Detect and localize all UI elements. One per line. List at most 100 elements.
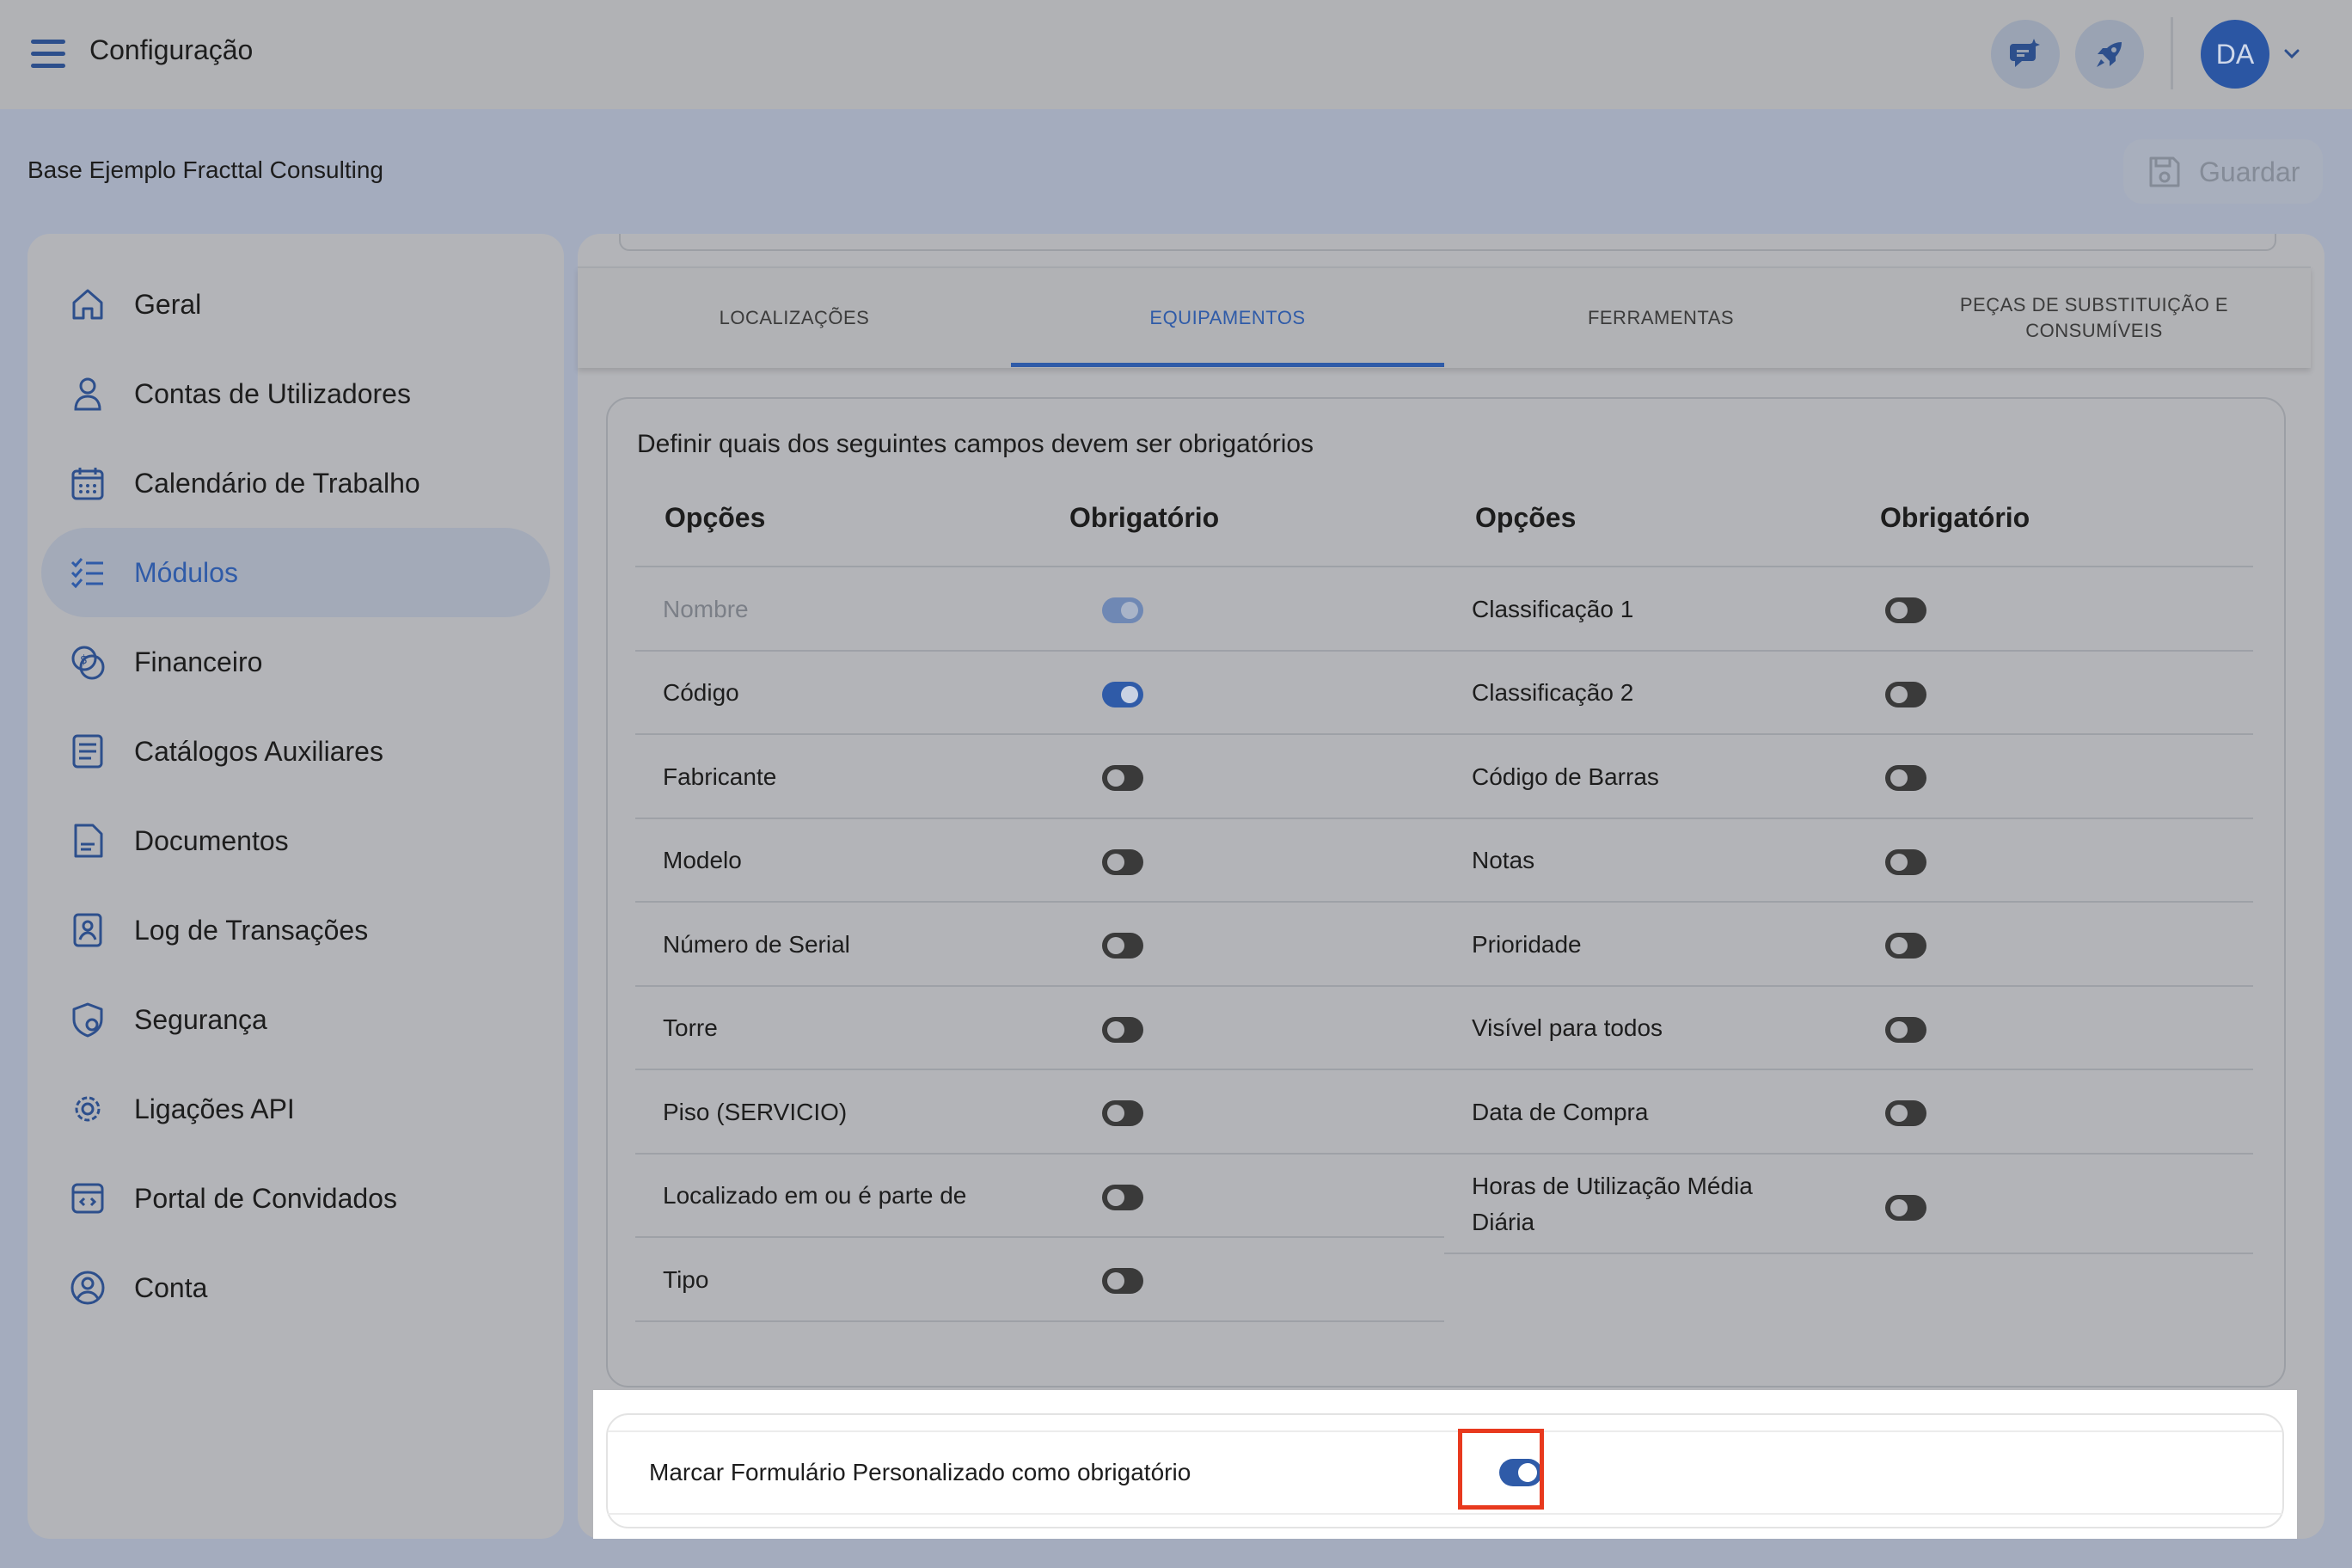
field-required-toggle[interactable]: [1101, 932, 1144, 959]
tab-localizacoes[interactable]: LOCALIZAÇÕES: [578, 268, 1011, 368]
svg-text:$: $: [80, 653, 88, 667]
field-name: Fabricante: [663, 763, 777, 790]
field-name: Torre: [663, 1014, 718, 1041]
document-icon: [74, 824, 103, 858]
field-required-toggle[interactable]: [1884, 597, 1927, 624]
column-header-options: Opções: [665, 502, 766, 533]
field-name: Piso (SERVICIO): [663, 1098, 848, 1125]
sidebar-item-financeiro[interactable]: $ Financeiro: [41, 617, 550, 707]
sidebar-item-label: Ligações API: [134, 1093, 295, 1124]
sidebar-item-label: Módulos: [134, 557, 238, 588]
sidebar-item-modulos[interactable]: Módulos: [41, 528, 550, 617]
field-name: Localizado em ou é parte de: [663, 1182, 967, 1209]
log-icon: [73, 913, 102, 947]
field-row: Torre: [635, 984, 1444, 1070]
sidebar: Geral Contas de Utilizadores Calendário …: [28, 234, 564, 1539]
custom-form-label: Marcar Formulário Personalizado como obr…: [649, 1459, 1191, 1485]
field-name: Número de Serial: [663, 930, 850, 958]
field-required-toggle[interactable]: [1884, 848, 1927, 876]
chevron-down-icon[interactable]: [2282, 46, 2302, 62]
field-required-toggle[interactable]: [1884, 932, 1927, 959]
field-required-toggle[interactable]: [1101, 1184, 1144, 1211]
field-row: Visível para todos: [1444, 984, 2253, 1070]
coins-icon: $: [71, 646, 105, 680]
sidebar-item-calendario[interactable]: Calendário de Trabalho: [41, 438, 550, 528]
row-divider: [635, 1320, 1444, 1322]
field-name: Modelo: [663, 847, 742, 873]
field-name: Classificação 2: [1472, 679, 1634, 706]
sidebar-item-label: Documentos: [134, 825, 289, 856]
tab-pecas[interactable]: PEÇAS DE SUBSTITUIÇÃO E CONSUMÍVEIS: [1877, 268, 2311, 368]
avatar[interactable]: DA: [2201, 20, 2269, 89]
field-name: Prioridade: [1472, 930, 1582, 958]
rocket-icon: [2097, 42, 2122, 67]
field-required-toggle[interactable]: [1884, 764, 1927, 792]
sidebar-item-conta[interactable]: Conta: [41, 1243, 550, 1332]
chat-icon: [2010, 39, 2040, 67]
active-tab-indicator: [1011, 363, 1444, 367]
field-row: Código de Barras: [1444, 733, 2253, 818]
field-name: Classificação 1: [1472, 595, 1634, 622]
sidebar-item-portal[interactable]: Portal de Convidados: [41, 1154, 550, 1243]
sidebar-item-label: Segurança: [134, 1004, 267, 1035]
sidebar-item-label: Conta: [134, 1272, 208, 1303]
field-row: Código: [635, 649, 1444, 735]
field-required-toggle[interactable]: [1101, 1267, 1144, 1295]
field-required-toggle[interactable]: [1101, 681, 1144, 708]
save-label: Guardar: [2199, 156, 2300, 187]
sidebar-item-label: Portal de Convidados: [134, 1183, 397, 1214]
custom-form-card: Marcar Formulário Personalizado como obr…: [606, 1413, 2284, 1528]
field-required-toggle[interactable]: [1884, 1194, 1927, 1222]
sidebar-item-log[interactable]: Log de Transações: [41, 885, 550, 975]
column-header-required: Obrigatório: [1880, 502, 2030, 533]
field-row: Prioridade: [1444, 901, 2253, 986]
field-name: Tipo: [663, 1265, 709, 1293]
sidebar-item-label: Contas de Utilizadores: [134, 378, 411, 409]
sidebar-item-contas[interactable]: Contas de Utilizadores: [41, 349, 550, 438]
sidebar-item-catalogos[interactable]: Catálogos Auxiliares: [41, 707, 550, 796]
chat-button[interactable]: [1991, 20, 2060, 89]
field-name: Nombre: [663, 595, 749, 622]
custom-form-section: Marcar Formulário Personalizado como obr…: [593, 1390, 2297, 1539]
field-row: Número de Serial: [635, 901, 1444, 986]
api-gear-icon: [75, 1096, 101, 1122]
field-required-toggle[interactable]: [1101, 764, 1144, 792]
sidebar-item-label: Catálogos Auxiliares: [134, 736, 383, 767]
column-header-required: Obrigatório: [1069, 502, 1220, 533]
top-bar: Configuração DA: [0, 0, 2352, 109]
required-fields-card: Definir quais dos seguintes campos devem…: [606, 397, 2286, 1387]
custom-form-row: Marcar Formulário Personalizado como obr…: [608, 1430, 2282, 1515]
field-name: Notas: [1472, 847, 1535, 873]
field-required-toggle[interactable]: [1101, 1099, 1144, 1127]
field-required-toggle[interactable]: [1101, 1016, 1144, 1044]
sidebar-item-seguranca[interactable]: Segurança: [41, 975, 550, 1064]
rocket-button[interactable]: [2075, 20, 2144, 89]
tabs-bar: LOCALIZAÇÕES EQUIPAMENTOS FERRAMENTAS PE…: [578, 266, 2311, 368]
sidebar-item-geral[interactable]: Geral: [41, 260, 550, 349]
menu-icon[interactable]: [31, 40, 65, 69]
column-header-options: Opções: [1475, 502, 1577, 533]
sidebar-item-api[interactable]: Ligações API: [41, 1064, 550, 1154]
sidebar-item-label: Geral: [134, 289, 202, 320]
field-required-toggle[interactable]: [1101, 848, 1144, 876]
home-icon: [72, 289, 103, 320]
field-row: Classificação 2: [1444, 649, 2253, 735]
calendar-icon: [71, 468, 104, 500]
field-name: Visível para todos: [1472, 1014, 1663, 1041]
field-row: Localizado em ou é parte de: [635, 1152, 1444, 1238]
row-divider: [1444, 1253, 2253, 1254]
field-name: Código: [663, 679, 739, 706]
save-button[interactable]: Guardar: [2123, 139, 2323, 204]
field-required-toggle[interactable]: [1884, 1099, 1927, 1127]
field-row: Modelo: [635, 817, 1444, 903]
sidebar-item-documentos[interactable]: Documentos: [41, 796, 550, 885]
tab-ferramentas[interactable]: FERRAMENTAS: [1444, 268, 1877, 368]
field-required-toggle[interactable]: [1884, 1016, 1927, 1044]
field-row: Tipo: [635, 1236, 1444, 1321]
account-icon: [70, 1271, 105, 1305]
sidebar-item-label: Financeiro: [134, 646, 263, 677]
page-title: Configuração: [89, 34, 254, 65]
field-required-toggle[interactable]: [1884, 681, 1927, 708]
sidebar-item-label: Log de Transações: [134, 915, 369, 946]
tab-equipamentos[interactable]: EQUIPAMENTOS: [1011, 268, 1444, 368]
